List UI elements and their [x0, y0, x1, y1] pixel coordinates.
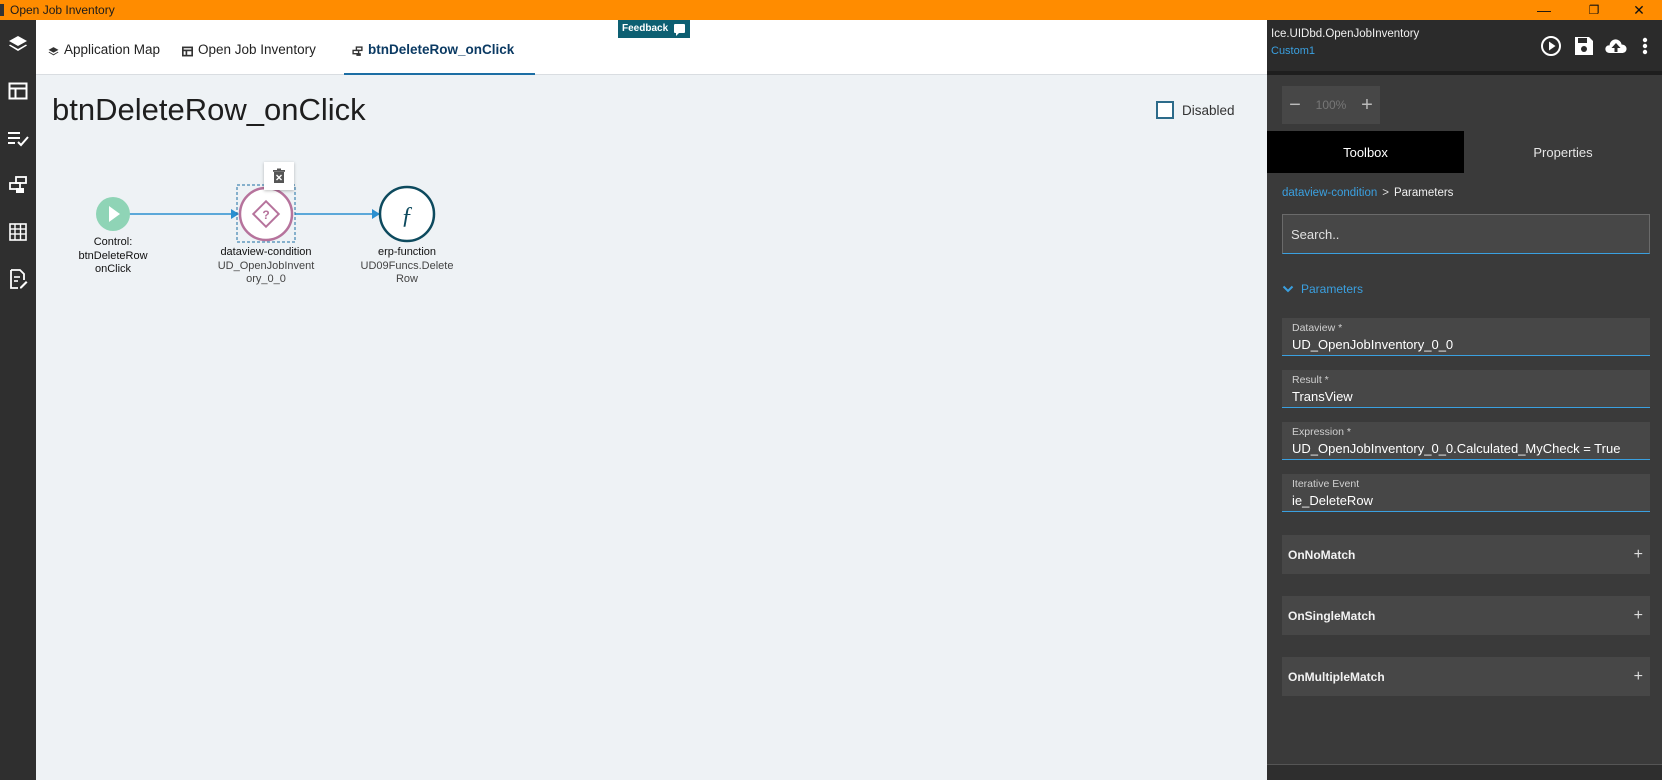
node-type: erp-function [377, 246, 437, 258]
breadcrumb-link[interactable]: dataview-condition [1282, 187, 1377, 199]
feedback-button[interactable]: Feedback [618, 20, 691, 38]
control-node-label: Control: btnDeleteRow onClick [68, 236, 158, 277]
restore-button[interactable]: ❐ [1571, 0, 1617, 20]
right-panel: Ice.UIDbd.OpenJobInventory Custom1 − 100… [1267, 20, 1662, 780]
workflow-icon[interactable] [4, 171, 32, 199]
workflow-canvas[interactable]: btnDeleteRow_onClick Disabled ? ƒ Contro… [36, 76, 1267, 780]
document-edit-icon[interactable] [4, 265, 32, 293]
function-node-label: erp-function UD09Funcs.Delete Row [357, 246, 457, 287]
panel-title: Ice.UIDbd.OpenJobInventory [1271, 28, 1420, 40]
plus-icon: + [1633, 606, 1643, 624]
node-type: Control: [93, 236, 133, 248]
control-start-node[interactable] [96, 197, 130, 231]
accordion-label: OnSingleMatch [1288, 608, 1376, 623]
tab-label: btnDeleteRow_onClick [368, 42, 515, 57]
more-icon[interactable] [1637, 34, 1653, 58]
tab-open-job-inventory[interactable]: Open Job Inventory [182, 42, 316, 75]
save-icon[interactable] [1572, 34, 1596, 58]
trash-icon [273, 168, 285, 183]
panel-subtitle-link[interactable]: Custom1 [1271, 45, 1315, 57]
checklist-icon[interactable] [4, 124, 32, 152]
chat-bubble-icon [674, 24, 686, 36]
breadcrumb: dataview-condition > Parameters [1282, 187, 1453, 199]
panel-tabs: Toolbox Properties [1267, 131, 1662, 173]
tab-properties[interactable]: Properties [1464, 131, 1662, 173]
workflow-icon [352, 45, 363, 60]
on-single-match-accordion[interactable]: OnSingleMatch + [1282, 596, 1650, 635]
tab-toolbox[interactable]: Toolbox [1267, 131, 1464, 173]
field-label: Iterative Event [1292, 478, 1360, 490]
node-line: Row [395, 273, 418, 285]
close-button[interactable]: ✕ [1616, 0, 1662, 20]
dataview-condition-node[interactable]: ? [238, 186, 294, 242]
accordion-label: OnMultipleMatch [1288, 669, 1385, 684]
flow-diagram: ? ƒ [96, 184, 436, 243]
node-line: ory_0_0 [246, 273, 286, 285]
svg-text:ƒ: ƒ [401, 203, 413, 229]
layout-icon[interactable] [4, 77, 32, 105]
parameters-section-toggle[interactable]: Parameters [1282, 282, 1363, 296]
plus-icon: + [1633, 545, 1643, 563]
cloud-upload-icon[interactable] [1604, 34, 1628, 58]
section-label: Parameters [1301, 282, 1364, 296]
field-label: Dataview * [1292, 322, 1343, 334]
svg-text:?: ? [262, 208, 269, 222]
left-nav-rail [0, 20, 36, 780]
field-label: Result * [1292, 374, 1329, 386]
layout-icon [182, 45, 193, 60]
node-line: btnDeleteRow [78, 249, 148, 262]
panel-footer [1267, 764, 1662, 780]
tab-label: Application Map [64, 42, 161, 57]
window-title: Open Job Inventory [10, 3, 115, 17]
condition-node-label: dataview-condition UD_OpenJobInvent ory_… [216, 246, 316, 287]
accordion-label: OnNoMatch [1288, 547, 1356, 562]
delete-node-button[interactable] [264, 162, 294, 190]
layers-icon [48, 45, 59, 60]
chevron-down-icon [1282, 285, 1294, 293]
panel-header: Ice.UIDbd.OpenJobInventory Custom1 [1267, 20, 1662, 71]
node-line: UD_OpenJobInvent [217, 259, 315, 272]
zoom-control: − 100% + [1282, 86, 1380, 124]
tab-application-map[interactable]: Application Map [48, 42, 160, 75]
window-titlebar: Open Job Inventory — ❐ ✕ [0, 0, 1662, 20]
on-no-match-accordion[interactable]: OnNoMatch + [1282, 535, 1650, 574]
feedback-label: Feedback [622, 23, 669, 34]
field-value: UD_OpenJobInventory_0_0.Calculated_MyChe… [1292, 441, 1621, 456]
expression-field[interactable]: Expression * UD_OpenJobInventory_0_0.Cal… [1282, 422, 1650, 460]
plus-icon: + [1633, 667, 1643, 685]
field-value: TransView [1292, 389, 1353, 404]
field-value: UD_OpenJobInventory_0_0 [1292, 337, 1454, 352]
result-field[interactable]: Result * TransView [1282, 370, 1650, 408]
zoom-out-button[interactable]: − [1282, 94, 1308, 117]
tab-label: Open Job Inventory [198, 42, 316, 57]
dataview-field[interactable]: Dataview * UD_OpenJobInventory_0_0 [1282, 318, 1650, 356]
minimize-button[interactable]: — [1521, 0, 1567, 20]
node-line: UD09Funcs.Delete [360, 259, 454, 272]
breadcrumb-current: Parameters [1393, 187, 1454, 199]
node-type: dataview-condition [220, 246, 312, 258]
zoom-in-button[interactable]: + [1354, 94, 1380, 117]
field-value: ie_DeleteRow [1292, 493, 1373, 508]
field-label: Expression * [1292, 426, 1351, 438]
breadcrumb-separator: > [1382, 187, 1389, 199]
zoom-level: 100% [1315, 98, 1347, 112]
play-icon[interactable] [1539, 34, 1563, 58]
erp-function-node[interactable]: ƒ [378, 185, 436, 243]
iterative-event-field[interactable]: Iterative Event ie_DeleteRow [1282, 474, 1650, 512]
tab-btn-delete-row-onclick[interactable]: btnDeleteRow_onClick [344, 42, 536, 75]
grid-icon[interactable] [4, 218, 32, 246]
flow-arrowhead [231, 209, 239, 219]
panel-header-divider [1267, 71, 1662, 75]
layers-icon[interactable] [4, 30, 32, 58]
on-multiple-match-accordion[interactable]: OnMultipleMatch + [1282, 657, 1650, 696]
app-icon [0, 4, 4, 16]
node-line: onClick [94, 263, 132, 275]
search-input[interactable] [1282, 214, 1650, 254]
